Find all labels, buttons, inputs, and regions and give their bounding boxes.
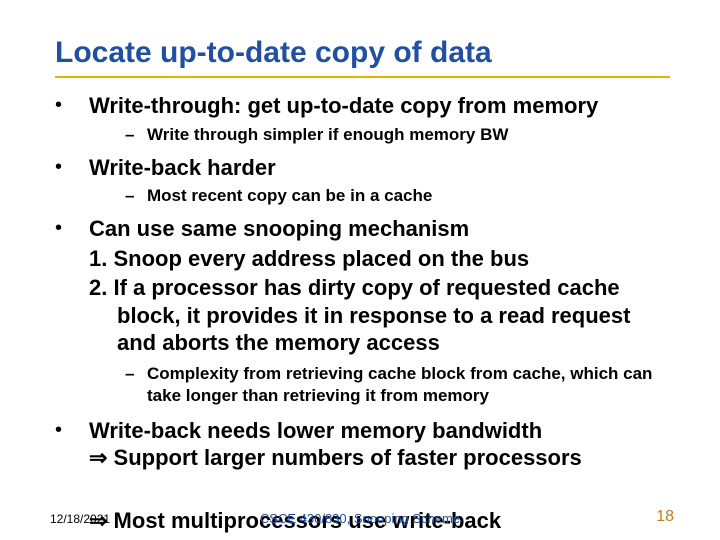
dash-icon: –	[125, 124, 134, 146]
sub-list-2: – Most recent copy can be in a cache	[89, 185, 670, 207]
slide-title: Locate up-to-date copy of data	[55, 36, 670, 70]
implies-icon: ⇒	[89, 445, 107, 470]
sub-2-text: Most recent copy can be in a cache	[147, 186, 432, 205]
bullet-dot-icon: •	[55, 419, 62, 442]
num-item-2: 2. If a processor has dirty copy of requ…	[89, 274, 670, 357]
bullet-list: • Write-through: get up-to-date copy fro…	[55, 92, 670, 472]
sub-3-text: Complexity from retrieving cache block f…	[147, 364, 652, 405]
bullet-dot-icon: •	[55, 156, 62, 179]
bullet-item-4: • Write-back needs lower memory bandwidt…	[55, 417, 670, 472]
footer-page-number: 18	[656, 508, 674, 526]
dash-icon: –	[125, 185, 134, 207]
title-rule	[55, 76, 670, 78]
bullet-4-line2-text: Support larger numbers of faster process…	[107, 445, 581, 470]
numbered-list: 1. Snoop every address placed on the bus…	[89, 245, 670, 357]
sub-item: – Most recent copy can be in a cache	[89, 185, 670, 207]
bullet-dot-icon: •	[55, 94, 62, 117]
bullet-4-line1: Write-back needs lower memory bandwidth	[89, 417, 670, 445]
bullet-1-text: Write-through: get up-to-date copy from …	[89, 92, 670, 120]
sub-item: – Write through simpler if enough memory…	[89, 124, 670, 146]
sub-list-3: – Complexity from retrieving cache block…	[89, 363, 670, 407]
bullet-item-1: • Write-through: get up-to-date copy fro…	[55, 92, 670, 146]
bullet-4-line2: ⇒ Support larger numbers of faster proce…	[89, 444, 670, 472]
bullet-3-text: Can use same snooping mechanism	[89, 215, 670, 243]
slide: Locate up-to-date copy of data • Write-t…	[0, 0, 720, 540]
bullet-item-3: • Can use same snooping mechanism 1. Sno…	[55, 215, 670, 407]
sub-list-1: – Write through simpler if enough memory…	[89, 124, 670, 146]
footer-center: CSCE 430/830, Snooping Scheme	[0, 511, 720, 526]
dash-icon: –	[125, 363, 134, 385]
num-item-1: 1. Snoop every address placed on the bus	[89, 245, 670, 273]
bullet-2-text: Write-back harder	[89, 154, 670, 182]
sub-item: – Complexity from retrieving cache block…	[89, 363, 670, 407]
bullet-item-2: • Write-back harder – Most recent copy c…	[55, 154, 670, 208]
bullet-dot-icon: •	[55, 217, 62, 240]
sub-1-text: Write through simpler if enough memory B…	[147, 125, 508, 144]
